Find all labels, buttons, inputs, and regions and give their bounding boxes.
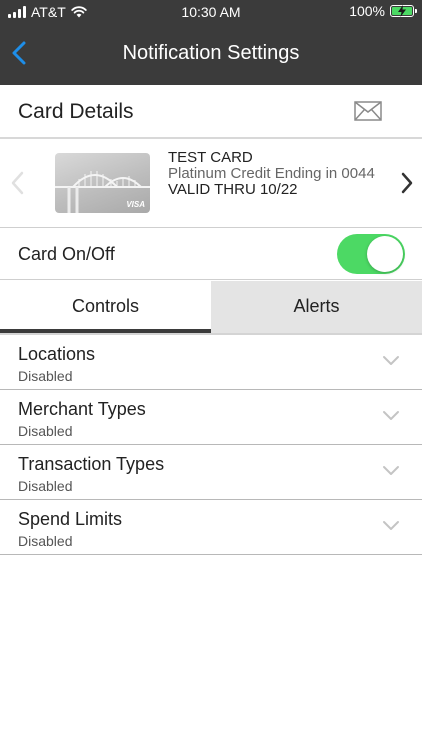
status-right: 100% [349, 3, 417, 19]
chevron-down-icon [383, 411, 399, 420]
card-carousel: VISA TEST CARD Platinum Credit Ending in… [0, 139, 422, 228]
control-item-merchant-types[interactable]: Merchant Types Disabled [0, 390, 422, 445]
tab-alerts[interactable]: Alerts [211, 281, 422, 333]
control-status: Disabled [18, 478, 73, 494]
card-info: TEST CARD Platinum Credit Ending in 0044… [168, 150, 383, 198]
chevron-left-icon [11, 171, 24, 195]
control-title: Locations [18, 344, 96, 364]
card-on-off-toggle[interactable] [337, 234, 405, 274]
app-header: AT&T 10:30 AM 100% Notification Settings [0, 0, 422, 85]
page-title: Notification Settings [122, 42, 300, 64]
control-item-spend-limits[interactable]: Spend Limits Disabled [0, 500, 422, 555]
card-image: VISA [55, 153, 150, 213]
tab-controls-label: Controls [71, 296, 140, 316]
chevron-down-icon [383, 521, 399, 530]
tab-bar: Controls Alerts [0, 281, 422, 333]
card-on-off-label: Card On/Off [18, 244, 115, 264]
controls-list: Locations Disabled Merchant Types Disabl… [0, 335, 422, 555]
battery-percent: 100% [349, 3, 385, 19]
envelope-icon[interactable] [354, 101, 382, 121]
control-item-locations[interactable]: Locations Disabled [0, 335, 422, 390]
chevron-down-icon [383, 356, 399, 365]
tab-alerts-label: Alerts [293, 296, 340, 316]
card-details-section-header: Card Details [0, 85, 422, 139]
card-name: TEST CARD [168, 149, 253, 166]
card-brand-logo: VISA [126, 200, 145, 209]
control-status: Disabled [18, 533, 73, 549]
control-title: Merchant Types [18, 399, 146, 419]
battery-icon [390, 5, 417, 17]
navigation-bar: Notification Settings [0, 24, 422, 85]
tab-controls[interactable]: Controls [0, 281, 211, 333]
control-item-transaction-types[interactable]: Transaction Types Disabled [0, 445, 422, 500]
control-status: Disabled [18, 368, 73, 384]
card-valid-thru: VALID THRU 10/22 [168, 181, 298, 198]
card-on-off-row: Card On/Off [0, 228, 422, 280]
control-title: Transaction Types [18, 454, 165, 474]
card-details-title: Card Details [18, 100, 134, 123]
card-description: Platinum Credit Ending in 0044 [168, 165, 375, 182]
control-status: Disabled [18, 423, 73, 439]
control-title: Spend Limits [18, 509, 123, 529]
chevron-right-icon[interactable] [398, 169, 416, 197]
chevron-down-icon [383, 466, 399, 475]
status-bar: AT&T 10:30 AM 100% [0, 0, 422, 24]
toggle-knob [367, 236, 403, 272]
